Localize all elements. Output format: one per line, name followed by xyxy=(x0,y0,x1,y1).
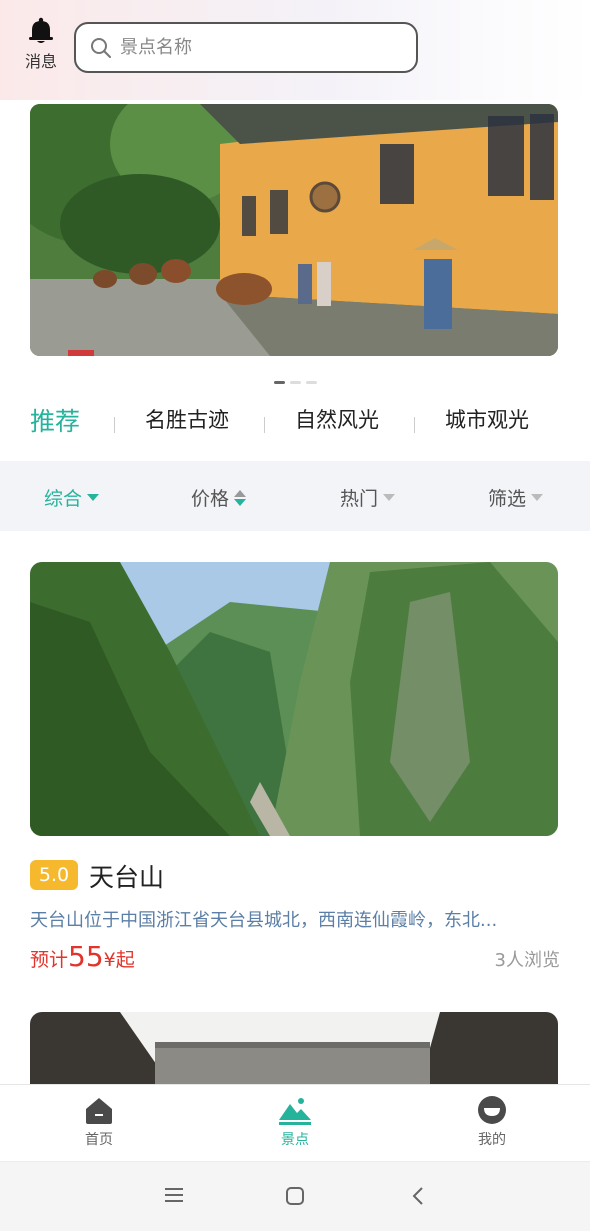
attraction-title[interactable]: 天台山 xyxy=(89,858,164,894)
nav-attractions[interactable]: 景点 xyxy=(255,1095,335,1149)
banner-image xyxy=(30,104,558,356)
price-prefix: 预计 xyxy=(30,949,69,971)
home-icon xyxy=(86,1098,112,1124)
view-count: 3人浏览 xyxy=(494,950,560,971)
nav-profile[interactable]: 我的 xyxy=(452,1095,532,1149)
sort-popular[interactable]: 热门 xyxy=(340,484,396,511)
bottom-nav: 首页 景点 我的 xyxy=(0,1084,590,1161)
sort-bar: 综合 价格 热门 筛选 xyxy=(0,461,590,531)
caret-down-icon xyxy=(87,493,100,501)
menu-icon[interactable] xyxy=(164,1186,184,1204)
caret-down-icon xyxy=(531,493,544,501)
tab-city-sightseeing[interactable]: 城市观光 xyxy=(445,404,529,434)
carousel-dot[interactable] xyxy=(290,381,301,384)
attraction-description: 天台山位于中国浙江省天台县城北，西南连仙霞岭，东北... xyxy=(30,910,498,931)
sort-label: 综合 xyxy=(44,488,83,510)
tab-divider xyxy=(114,417,115,433)
sort-label: 热门 xyxy=(340,488,379,510)
banner-carousel[interactable] xyxy=(30,104,558,356)
price-suffix: ¥起 xyxy=(103,949,135,971)
price-estimate: 预计 55 ¥起 xyxy=(30,940,135,973)
mountain-icon xyxy=(279,1098,311,1125)
carousel-dot[interactable] xyxy=(306,381,317,384)
tab-divider xyxy=(264,417,265,433)
notification-button[interactable]: 消息 xyxy=(20,16,62,72)
tab-historic-sites[interactable]: 名胜古迹 xyxy=(145,404,229,434)
search-icon xyxy=(91,37,111,58)
nav-attractions-label: 景点 xyxy=(281,1132,309,1148)
sort-filter[interactable]: 筛选 xyxy=(488,484,544,511)
bell-label: 消息 xyxy=(24,52,57,71)
search-box[interactable] xyxy=(74,22,418,73)
caret-down-icon xyxy=(383,493,396,501)
category-tabs: 推荐 名胜古迹 自然风光 城市观光 xyxy=(0,404,590,444)
back-icon[interactable] xyxy=(410,1186,426,1206)
attraction-card-image[interactable] xyxy=(30,562,558,836)
tab-divider xyxy=(414,417,415,433)
tab-natural-scenery[interactable]: 自然风光 xyxy=(295,404,379,434)
rating-badge: 5.0 xyxy=(30,860,78,890)
tab-recommended[interactable]: 推荐 xyxy=(30,402,80,438)
sort-comprehensive[interactable]: 综合 xyxy=(44,484,100,511)
carousel-dot[interactable] xyxy=(274,381,285,384)
price-value: 55 xyxy=(68,940,104,973)
attraction-photo xyxy=(30,562,558,836)
search-input[interactable] xyxy=(120,37,390,58)
sort-price[interactable]: 价格 xyxy=(191,484,247,511)
profile-icon xyxy=(478,1096,506,1124)
sort-label: 价格 xyxy=(191,488,230,510)
nav-home-label: 首页 xyxy=(85,1132,113,1148)
home-square-icon[interactable] xyxy=(285,1186,305,1206)
nav-home[interactable]: 首页 xyxy=(59,1095,139,1149)
nav-profile-label: 我的 xyxy=(478,1132,506,1148)
sort-updown-icon xyxy=(234,489,247,506)
carousel-indicator xyxy=(274,381,317,384)
system-nav-bar xyxy=(0,1161,590,1231)
bell-icon xyxy=(29,17,53,43)
sort-label: 筛选 xyxy=(488,488,527,510)
